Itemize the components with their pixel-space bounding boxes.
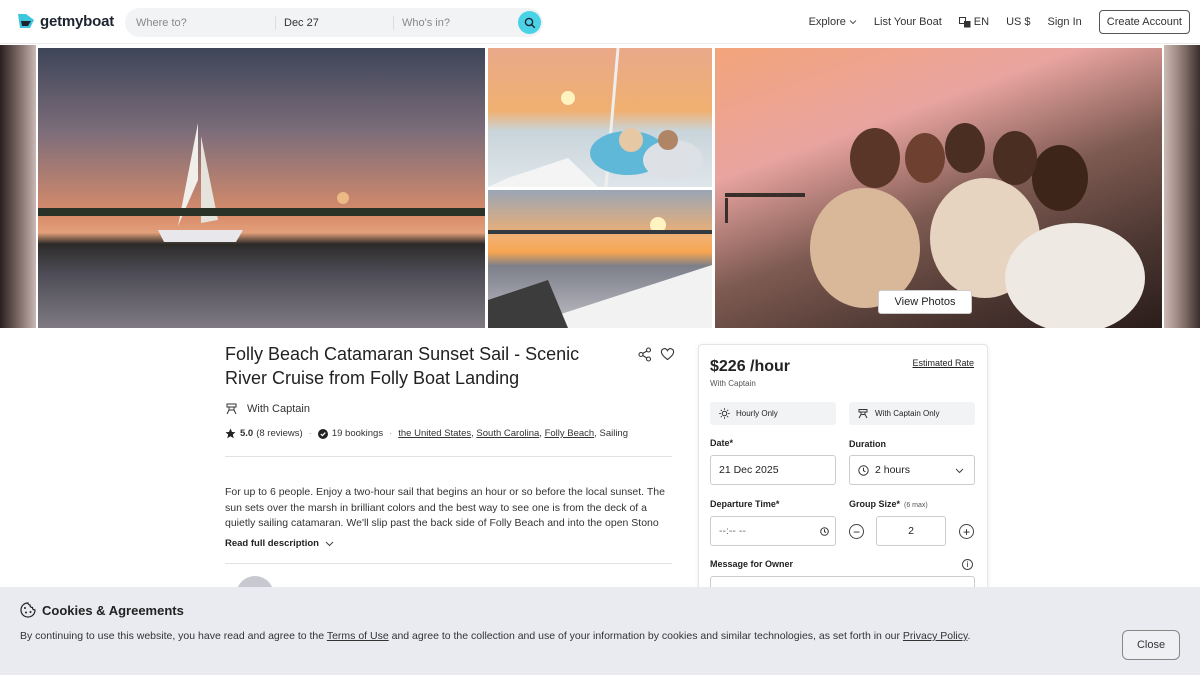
info-icon[interactable]: i bbox=[962, 559, 973, 570]
chevron-down-icon bbox=[849, 20, 857, 25]
bow-illustration bbox=[488, 217, 712, 328]
search-bar: Where to? Dec 27 Who's in? bbox=[125, 8, 543, 37]
duration-value: 2 hours bbox=[875, 464, 911, 476]
close-cookie-button[interactable]: Close bbox=[1122, 630, 1180, 660]
section-divider bbox=[225, 456, 672, 457]
sailboat-illustration bbox=[38, 123, 485, 242]
read-more-label: Read full description bbox=[225, 538, 319, 549]
privacy-policy-link[interactable]: Privacy Policy bbox=[903, 630, 968, 642]
verified-check-icon bbox=[317, 428, 328, 439]
date-label: Date* bbox=[710, 438, 734, 448]
clock-icon bbox=[858, 464, 869, 476]
location-separator: , bbox=[594, 428, 597, 439]
language-label: EN bbox=[973, 16, 990, 28]
photo-sunset-from-bow[interactable] bbox=[488, 190, 712, 328]
search-button[interactable] bbox=[518, 11, 541, 34]
photo-gallery bbox=[0, 45, 1200, 328]
duration-label: Duration bbox=[849, 439, 886, 449]
translate-icon bbox=[958, 16, 971, 27]
location-country-link[interactable]: the United States bbox=[398, 428, 471, 439]
photo-group-of-friends[interactable] bbox=[715, 48, 1162, 328]
message-for-owner-label: Message for Owner bbox=[710, 559, 794, 569]
duration-select[interactable]: 2 hours bbox=[849, 455, 975, 485]
captain-label: With Captain bbox=[247, 402, 310, 415]
heart-icon[interactable] bbox=[660, 347, 675, 361]
clock-icon bbox=[820, 526, 829, 536]
listing-title: Folly Beach Catamaran Sunset Sail - Scen… bbox=[225, 344, 580, 388]
star-icon bbox=[225, 428, 236, 439]
chevron-down-icon bbox=[325, 541, 334, 546]
photo-catamaran-sunset[interactable] bbox=[38, 48, 485, 328]
currency-selector[interactable]: US $ bbox=[1006, 16, 1030, 28]
listing-meta: 5.0 (8 reviews) · 19 bookings · the Unit… bbox=[225, 428, 628, 439]
sun-icon bbox=[719, 408, 730, 419]
date-input[interactable]: Dec 27 bbox=[275, 15, 393, 30]
list-your-boat-link[interactable]: List Your Boat bbox=[874, 16, 942, 28]
terms-of-use-link[interactable]: Terms of Use bbox=[327, 630, 389, 642]
share-icon[interactable] bbox=[638, 347, 652, 362]
brand-logo[interactable]: getmyboat bbox=[16, 12, 114, 30]
reviews-count[interactable]: (8 reviews) bbox=[256, 428, 302, 439]
location-state-link[interactable]: South Carolina bbox=[476, 428, 539, 439]
rating-value: 5.0 bbox=[240, 428, 254, 439]
departure-placeholder: --:-- -- bbox=[719, 525, 746, 537]
hourly-only-chip: Hourly Only bbox=[710, 402, 836, 425]
title-actions bbox=[638, 347, 675, 362]
group-size-increment-button[interactable]: + bbox=[959, 524, 974, 539]
language-selector[interactable]: EN bbox=[958, 16, 990, 28]
estimated-rate-link[interactable]: Estimated Rate bbox=[912, 358, 974, 368]
gallery-edge-right bbox=[1164, 45, 1200, 328]
read-full-description-button[interactable]: Read full description bbox=[225, 538, 334, 549]
where-input[interactable]: Where to? bbox=[125, 8, 275, 37]
site-header: getmyboat Where to? Dec 27 Who's in? Exp… bbox=[0, 0, 1200, 44]
location-separator: , bbox=[471, 428, 474, 439]
search-icon bbox=[524, 17, 535, 28]
view-photos-button[interactable]: View Photos bbox=[878, 290, 972, 314]
brand-name: getmyboat bbox=[40, 12, 115, 30]
bookings-count: 19 bookings bbox=[331, 428, 384, 439]
group-size-label: Group Size* (6 max) bbox=[849, 499, 928, 509]
group-size-decrement-button[interactable]: − bbox=[849, 524, 864, 539]
captain-icon bbox=[226, 403, 237, 415]
cookie-banner: Cookies & Agreements By continuing to us… bbox=[0, 587, 1200, 675]
create-account-button[interactable]: Create Account bbox=[1098, 10, 1190, 34]
section-divider bbox=[225, 563, 672, 564]
cookie-title: Cookies & Agreements bbox=[42, 602, 184, 618]
price-subtitle: With Captain bbox=[710, 379, 756, 388]
booking-card: $226 /hour With Captain Estimated Rate H… bbox=[698, 344, 988, 606]
cookie-title-row: Cookies & Agreements bbox=[20, 602, 184, 618]
chevron-down-icon bbox=[955, 468, 964, 474]
group-size-text: Group Size* bbox=[849, 499, 901, 509]
departure-time-label: Departure Time* bbox=[710, 499, 780, 509]
guests-input[interactable]: Who's in? bbox=[393, 15, 511, 30]
boat-logo-icon bbox=[18, 14, 34, 28]
cookie-text-1: By continuing to use this website, you h… bbox=[20, 630, 327, 642]
explore-label: Explore bbox=[808, 16, 846, 28]
group-size-max: (6 max) bbox=[904, 502, 928, 509]
explore-menu[interactable]: Explore bbox=[809, 16, 857, 28]
date-field[interactable]: 21 Dec 2025 bbox=[710, 455, 836, 485]
listing-description: For up to 6 people. Enjoy a two-hour sai… bbox=[225, 486, 665, 529]
with-captain-only-label: With Captain Only bbox=[875, 409, 940, 418]
departure-time-input[interactable]: --:-- -- bbox=[710, 516, 836, 546]
hourly-price: $226 /hour bbox=[710, 358, 791, 375]
captain-info: With Captain bbox=[225, 402, 310, 415]
captain-icon bbox=[858, 409, 868, 419]
group-size-input[interactable]: 2 bbox=[876, 516, 946, 546]
with-captain-only-chip: With Captain Only bbox=[849, 402, 975, 425]
sign-in-link[interactable]: Sign In bbox=[1048, 16, 1082, 28]
cookie-text-2: and agree to the collection and use of y… bbox=[388, 630, 903, 642]
photo-guests-on-deck[interactable] bbox=[488, 48, 712, 187]
location-separator: , bbox=[539, 428, 542, 439]
location-city-link[interactable]: Folly Beach bbox=[545, 428, 595, 439]
cookie-text-3: . bbox=[967, 630, 971, 642]
group-illustration bbox=[725, 123, 1145, 328]
gallery-edge-left bbox=[0, 45, 36, 328]
hourly-only-label: Hourly Only bbox=[736, 409, 778, 418]
cookie-message: By continuing to use this website, you h… bbox=[20, 630, 970, 642]
cookie-icon bbox=[20, 602, 36, 618]
category-label: Sailing bbox=[599, 428, 629, 439]
top-nav: Explore List Your Boat EN US $ Sign In C… bbox=[809, 10, 1190, 34]
guests-illustration bbox=[488, 48, 703, 187]
